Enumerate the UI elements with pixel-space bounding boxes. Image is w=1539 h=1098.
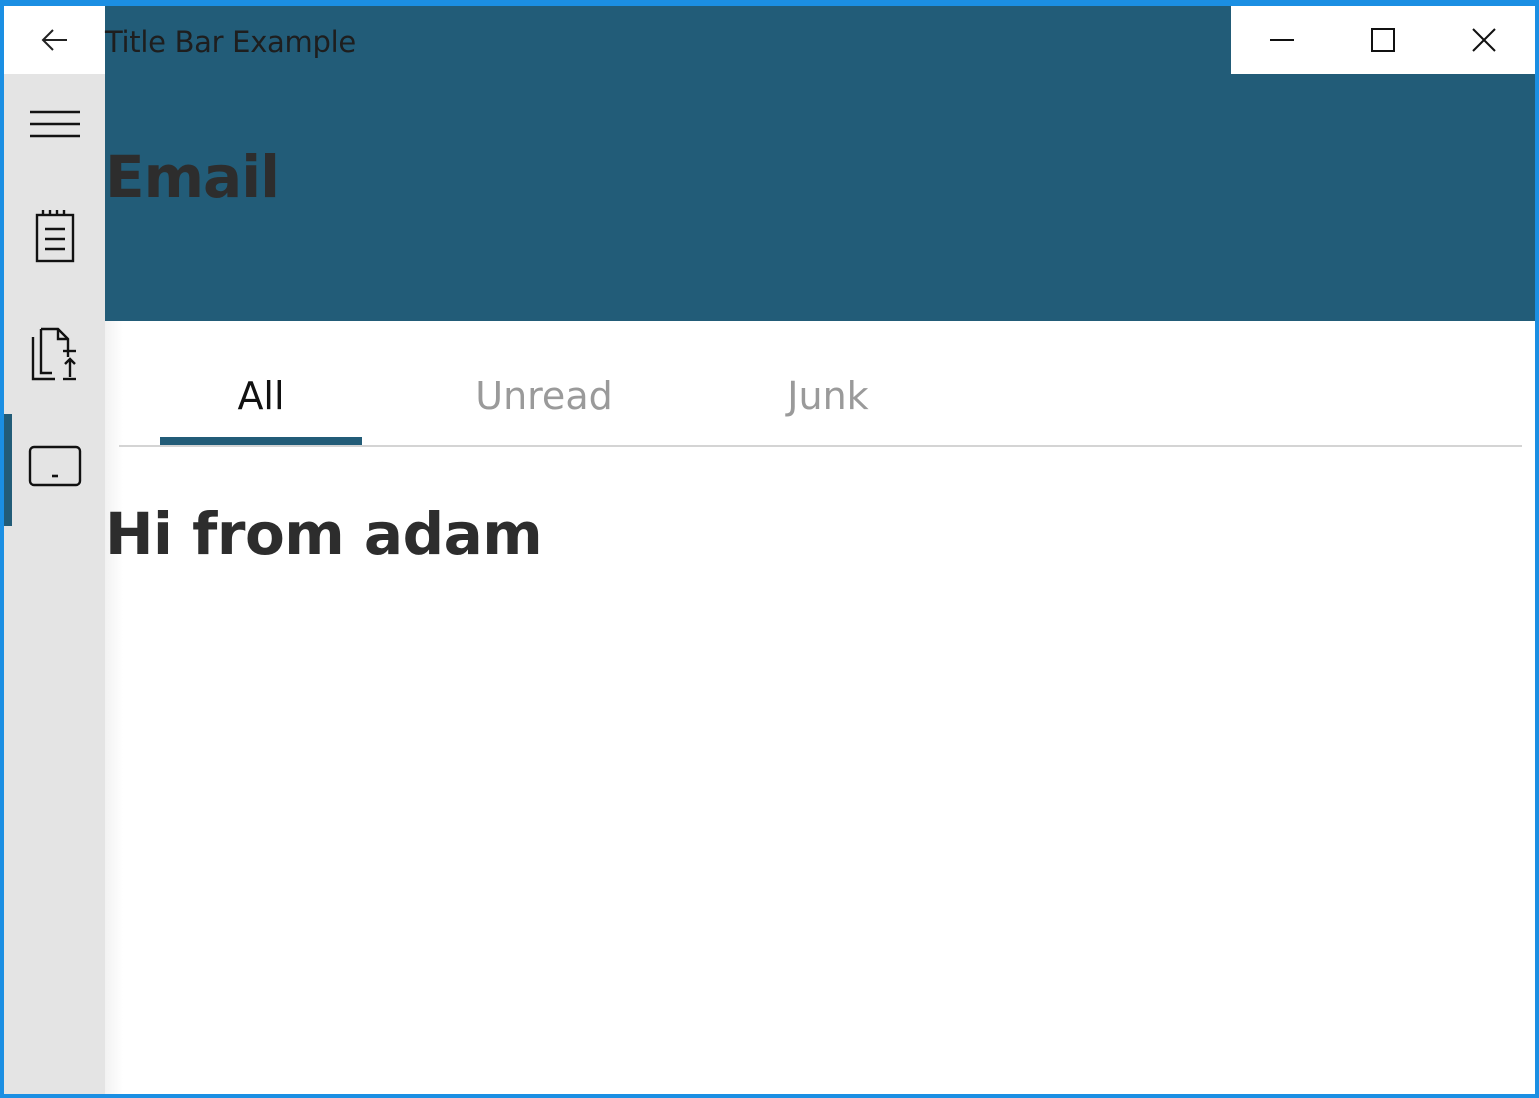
tab-junk[interactable]: Junk — [728, 346, 928, 446]
notepad-icon — [35, 210, 74, 263]
back-area — [4, 6, 105, 74]
nav-item-notes[interactable] — [4, 201, 105, 271]
tab-unread[interactable]: Unread — [428, 346, 660, 446]
hamburger-menu-icon — [29, 110, 80, 138]
page-title: Email — [105, 143, 280, 211]
tab-selected-underline — [160, 437, 362, 445]
tab-all[interactable]: All — [160, 346, 362, 446]
tablet-icon — [28, 445, 81, 487]
minimize-icon — [1269, 39, 1294, 41]
close-icon — [1472, 28, 1497, 52]
document-upload-icon — [31, 327, 76, 381]
maximize-button[interactable] — [1332, 6, 1433, 74]
nav-item-tablet[interactable] — [4, 431, 105, 501]
maximize-icon — [1370, 28, 1395, 52]
back-arrow-icon — [41, 29, 67, 51]
app-window: Title Bar Example Email All Unread Junk … — [0, 0, 1539, 1098]
tab-divider — [119, 445, 1522, 447]
nav-rail-shadow — [105, 321, 123, 1094]
back-button[interactable] — [25, 10, 85, 70]
nav-item-upload[interactable] — [4, 314, 105, 394]
close-button[interactable] — [1434, 6, 1535, 74]
caption-buttons — [1231, 6, 1535, 74]
window-title: Title Bar Example — [105, 25, 356, 59]
nav-menu-toggle[interactable] — [4, 84, 105, 164]
minimize-button[interactable] — [1231, 6, 1332, 74]
message-text: Hi from adam — [105, 500, 543, 568]
